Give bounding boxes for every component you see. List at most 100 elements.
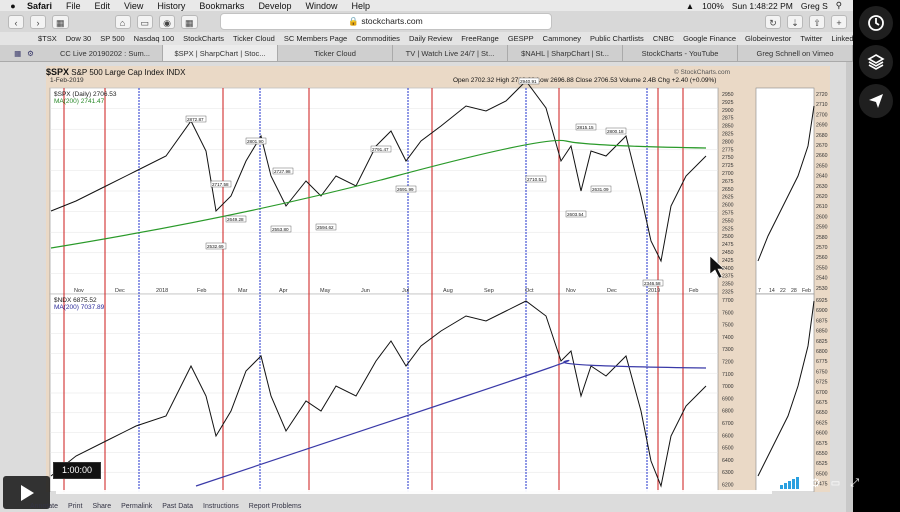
user-name[interactable]: Greg S	[801, 1, 828, 11]
menu-file[interactable]: File	[66, 1, 81, 11]
menu-window[interactable]: Window	[305, 1, 337, 11]
send-icon	[869, 94, 883, 108]
bookmark-item[interactable]: LinkedIn	[831, 34, 853, 43]
y-tick-label: 2800	[722, 139, 734, 145]
forward-button[interactable]: ›	[30, 14, 46, 29]
bookmark-item[interactable]: StockCharts	[183, 34, 224, 43]
bookmark-item[interactable]: Ticker Cloud	[233, 34, 275, 43]
y-tick-label: 2375	[722, 274, 734, 280]
collections-button[interactable]	[859, 45, 893, 79]
x-tick-label: Nov	[566, 288, 576, 294]
page-scrollbar[interactable]	[846, 62, 853, 512]
instructions-link[interactable]: Instructions	[203, 503, 239, 510]
bookmark-item[interactable]: Public Chartlists	[590, 34, 644, 43]
annotation-label: 2717.58	[212, 182, 229, 187]
progress-track[interactable]	[56, 490, 772, 494]
grid-icon[interactable]: ▦	[14, 49, 21, 58]
mini-x-tick-label: 14	[769, 288, 775, 294]
settings-gear-icon[interactable]: ⚙	[810, 476, 821, 490]
bookmark-item[interactable]: CNBC	[653, 34, 674, 43]
y-tick-label: 2350	[722, 282, 734, 288]
bookmark-item[interactable]: SC Members Page	[284, 34, 347, 43]
share-icon[interactable]: ⇧	[809, 14, 825, 29]
grid-icon[interactable]: ▦	[181, 14, 198, 29]
y-tick-label: 2425	[722, 258, 734, 264]
mini-y-tick-label: 2720	[816, 92, 828, 98]
back-button[interactable]: ‹	[8, 14, 24, 29]
annotation-label: 2603.54	[567, 212, 584, 217]
bottom-legend-ma: MA(200) 7037.89	[54, 304, 105, 311]
download-icon[interactable]: ⇣	[787, 14, 803, 29]
menu-develop[interactable]: Develop	[258, 1, 291, 11]
top-legend-ma: MA(200) 2741.47	[54, 98, 105, 105]
volume-bars-icon[interactable]	[780, 477, 800, 489]
top-legend-price: $SPX (Daily) 2706.53	[54, 91, 117, 98]
annotation-label: 2553.80	[272, 227, 289, 232]
tab-spx-sharpchart[interactable]: $SPX | SharpChart | Stoc...	[163, 45, 278, 61]
tab-vimeo[interactable]: Greg Schnell on Vimeo	[738, 45, 853, 61]
apple-icon[interactable]: ●	[6, 1, 20, 11]
reload-icon[interactable]: ↻	[765, 14, 781, 29]
home-icon[interactable]: ⌂	[114, 14, 131, 29]
bookmark-item[interactable]: Daily Review	[409, 34, 452, 43]
bookmark-item[interactable]: Nasdaq 100	[134, 34, 174, 43]
print-link[interactable]: Print	[68, 503, 82, 510]
address-bar[interactable]: 🔒 stockcharts.com	[219, 13, 552, 30]
bookmarks-bar: $TSX Dow 30 SP 500 Nasdaq 100 StockChart…	[0, 32, 853, 45]
watch-later-button[interactable]	[859, 6, 893, 40]
menu-edit[interactable]: Edit	[95, 1, 111, 11]
bookmark-item[interactable]: Dow 30	[66, 34, 91, 43]
bookmark-item[interactable]: Commodities	[356, 34, 400, 43]
x-tick-label: May	[320, 288, 331, 294]
y-tick-label: 2950	[722, 92, 734, 98]
y-tick-label: 6400	[722, 458, 734, 464]
y-tick-label: 2575	[722, 211, 734, 217]
past-data-link[interactable]: Past Data	[162, 503, 193, 510]
mini-y-tick-label: 6925	[816, 298, 828, 304]
bookmark-item[interactable]: GESPP	[508, 34, 534, 43]
mini-y-tick-label: 2670	[816, 143, 828, 149]
bookmark-item[interactable]: $TSX	[38, 34, 57, 43]
tab-nahl-sharpchart[interactable]: $NAHL | SharpChart | St...	[508, 45, 623, 61]
bookmark-item[interactable]: Globeinvestor	[745, 34, 791, 43]
tab-icon[interactable]: ▭	[136, 14, 154, 29]
y-tick-label: 7000	[722, 384, 734, 390]
tab-ticker-cloud[interactable]: Ticker Cloud	[278, 45, 393, 61]
tools-icon[interactable]: ⚙	[27, 49, 34, 58]
menu-bookmarks[interactable]: Bookmarks	[199, 1, 244, 11]
menu-help[interactable]: Help	[351, 1, 370, 11]
fullscreen-icon[interactable]: ⤢	[850, 477, 859, 490]
tab-cc-live[interactable]: CC Live 20190202 : Sum...	[48, 45, 163, 61]
progress-fill	[56, 490, 772, 494]
bookmark-item[interactable]: SP 500	[100, 34, 124, 43]
tab-tv-live[interactable]: TV | Watch Live 24/7 | St...	[393, 45, 508, 61]
bookmark-item[interactable]: Google Finance	[683, 34, 736, 43]
shield-icon[interactable]: ◉	[159, 14, 176, 29]
bookmark-item[interactable]: FreeRange	[461, 34, 499, 43]
tab-youtube[interactable]: StockCharts - YouTube	[623, 45, 738, 61]
bookmark-item[interactable]: Cammoney	[543, 34, 581, 43]
clock[interactable]: Sun 1:48:22 PM	[732, 1, 793, 11]
share-button[interactable]	[859, 84, 893, 118]
menu-view[interactable]: View	[124, 1, 143, 11]
sidebar-icon[interactable]: ▦	[52, 14, 69, 29]
search-icon[interactable]: ⚲	[836, 0, 842, 11]
menu-app-name[interactable]: Safari	[27, 1, 52, 11]
mini-x-tick-label: 7	[758, 288, 761, 294]
wifi-icon[interactable]: ▲	[686, 1, 694, 11]
new-tab-button[interactable]: +	[831, 14, 847, 29]
mini-y-tick-label: 6750	[816, 369, 828, 375]
report-problems-link[interactable]: Report Problems	[249, 503, 302, 510]
bookmark-item[interactable]: Twitter	[800, 34, 822, 43]
share-link[interactable]: Share	[92, 503, 111, 510]
menu-history[interactable]: History	[157, 1, 185, 11]
battery-percent[interactable]: 100%	[702, 1, 724, 11]
mini-y-tick-label: 2660	[816, 153, 828, 159]
picture-in-picture-icon[interactable]: ▭	[831, 478, 840, 489]
permalink-link[interactable]: Permalink	[121, 503, 152, 510]
annotation-label: 2346.58	[644, 281, 661, 286]
mini-y-tick-label: 2600	[816, 214, 828, 220]
video-side-tools	[853, 0, 900, 512]
annotate-link[interactable]: Annotate	[30, 503, 58, 510]
mini-y-tick-label: 2550	[816, 265, 828, 271]
